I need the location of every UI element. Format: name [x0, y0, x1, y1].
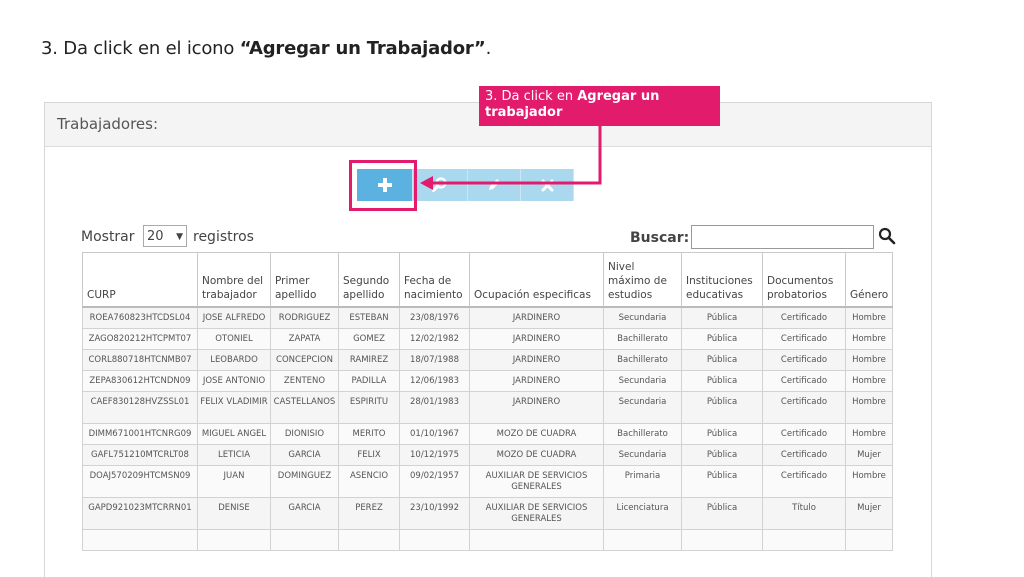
add-button-highlight — [349, 160, 417, 211]
callout-box: 3. Da click en Agregar un trabajador — [479, 86, 720, 126]
callout-prefix: 3. Da click en — [485, 89, 578, 104]
